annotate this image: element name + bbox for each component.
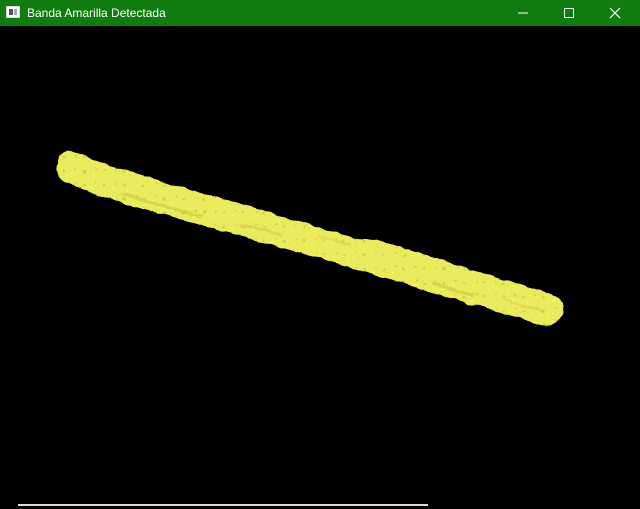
- maximize-icon: [564, 8, 574, 18]
- minimize-button[interactable]: [500, 0, 546, 26]
- title-bar[interactable]: Banda Amarilla Detectada: [0, 0, 640, 26]
- window-title: Banda Amarilla Detectada: [27, 6, 166, 20]
- close-icon: [609, 7, 621, 19]
- detection-window: Banda Amarilla Detectada: [0, 0, 640, 506]
- app-window-icon: [6, 6, 20, 18]
- detected-yellow-band: [56, 151, 564, 326]
- band-shape: [56, 151, 564, 326]
- close-button[interactable]: [592, 0, 638, 26]
- minimize-icon: [518, 12, 528, 14]
- maximize-button[interactable]: [546, 0, 592, 26]
- image-canvas: [0, 26, 640, 504]
